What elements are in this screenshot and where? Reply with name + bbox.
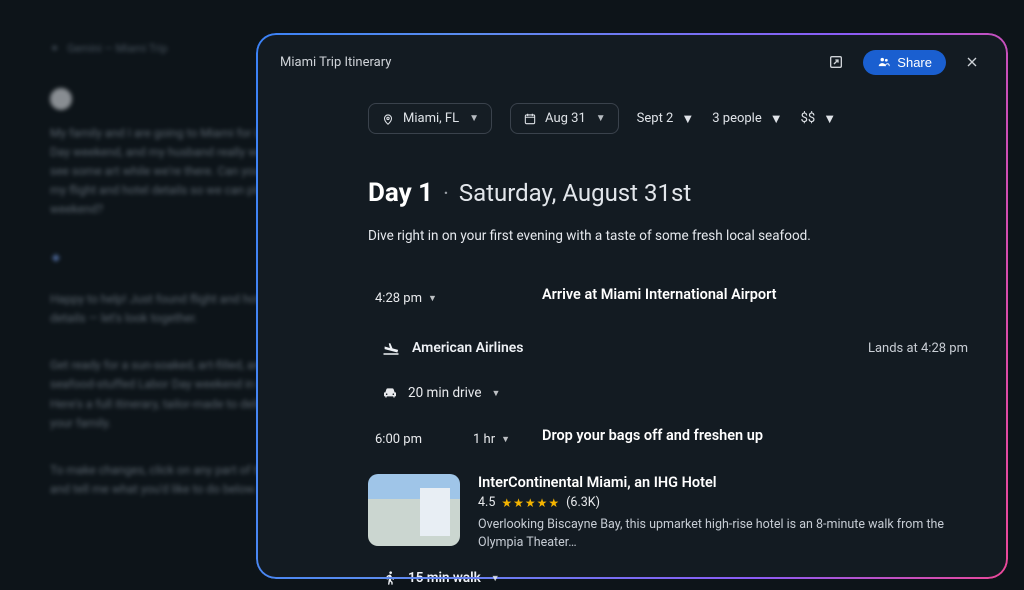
share-button[interactable]: Share xyxy=(863,50,946,75)
bags-duration: 1 hr xyxy=(473,432,495,447)
chevron-down-icon: ▼ xyxy=(596,113,606,124)
car-icon xyxy=(382,385,398,401)
budget-chip[interactable]: $$ ▼ xyxy=(801,111,837,127)
day-subtitle: Dive right in on your first evening with… xyxy=(368,228,968,244)
hotel-reviews: (6.3K) xyxy=(566,495,600,510)
arrive-title: Arrive at Miami International Airport xyxy=(542,286,777,303)
hotel-name: InterContinental Miami, an IHG Hotel xyxy=(478,474,968,491)
airline-name: American Airlines xyxy=(412,340,524,356)
panel-title: Miami Trip Itinerary xyxy=(280,55,391,70)
arrive-time-chip[interactable]: 4:28 pm ▼ xyxy=(368,286,444,311)
budget-label: $$ xyxy=(801,111,816,126)
bags-time-chip[interactable]: 6:00 pm xyxy=(368,427,429,452)
drive-label: 20 min drive xyxy=(408,385,482,401)
panel-header: Miami Trip Itinerary Share xyxy=(258,35,1006,85)
chevron-down-icon: ▼ xyxy=(428,293,437,304)
end-date-label: Sept 2 xyxy=(637,111,674,126)
bags-time: 6:00 pm xyxy=(375,432,422,447)
bg-avatar xyxy=(50,88,72,110)
hotel-rating: 4.5 ★★★★★ (6.3K) xyxy=(478,495,968,510)
people-chip[interactable]: 3 people ▼ xyxy=(712,111,782,127)
itinerary-row-bags: 6:00 pm 1 hr ▼ Drop your bags off and fr… xyxy=(368,427,968,452)
drive-row[interactable]: 20 min drive ▼ xyxy=(368,381,968,405)
itinerary-panel: Miami Trip Itinerary Share xyxy=(258,35,1006,577)
chevron-down-icon: ▼ xyxy=(823,111,836,127)
walk-label: 15 min walk xyxy=(408,570,481,586)
chevron-down-icon: ▼ xyxy=(681,111,694,127)
chevron-down-icon: ▼ xyxy=(770,111,783,127)
bags-duration-chip[interactable]: 1 hr ▼ xyxy=(466,427,517,452)
hotel-thumbnail xyxy=(368,474,460,546)
hotel-description: Overlooking Biscayne Bay, this upmarket … xyxy=(478,516,958,552)
itinerary-row-arrive: 4:28 pm ▼ Arrive at Miami International … xyxy=(368,286,968,311)
day-heading: Day 1 · Saturday, August 31st xyxy=(368,178,968,208)
airline-row[interactable]: American Airlines Lands at 4:28 pm xyxy=(368,333,968,363)
location-label: Miami, FL xyxy=(403,111,459,126)
end-date-chip[interactable]: Sept 2 ▼ xyxy=(637,111,695,127)
star-icons: ★★★★★ xyxy=(501,496,560,510)
flight-land-icon xyxy=(382,339,400,357)
bags-title: Drop your bags off and freshen up xyxy=(542,427,763,444)
panel-actions: Share xyxy=(823,49,984,75)
panel-body: Miami, FL ▼ Aug 31 ▼ Sept 2 ▼ 3 people ▼… xyxy=(258,85,1006,590)
day-label: Day 1 xyxy=(368,178,433,208)
lands-at: Lands at 4:28 pm xyxy=(868,341,968,356)
chevron-down-icon: ▼ xyxy=(469,113,479,124)
dot-separator: · xyxy=(443,182,449,207)
open-external-button[interactable] xyxy=(823,49,849,75)
people-label: 3 people xyxy=(712,111,762,126)
share-label: Share xyxy=(897,55,932,70)
chevron-down-icon: ▼ xyxy=(491,573,500,584)
hotel-info: InterContinental Miami, an IHG Hotel 4.5… xyxy=(478,474,968,552)
chevron-down-icon: ▼ xyxy=(492,388,501,399)
close-icon xyxy=(964,54,980,70)
calendar-icon xyxy=(523,112,537,126)
walk-icon xyxy=(382,570,398,586)
chevron-down-icon: ▼ xyxy=(501,434,510,445)
people-icon xyxy=(877,55,891,69)
walk-row[interactable]: 15 min walk ▼ xyxy=(368,566,968,590)
close-button[interactable] xyxy=(960,54,984,70)
hotel-rating-value: 4.5 xyxy=(478,495,495,510)
pin-icon xyxy=(381,112,395,126)
filter-row: Miami, FL ▼ Aug 31 ▼ Sept 2 ▼ 3 people ▼… xyxy=(368,103,968,134)
arrive-time: 4:28 pm xyxy=(375,291,422,306)
day-date: Saturday, August 31st xyxy=(459,179,691,207)
location-chip[interactable]: Miami, FL ▼ xyxy=(368,103,492,134)
start-date-chip[interactable]: Aug 31 ▼ xyxy=(510,103,619,134)
hotel-card[interactable]: InterContinental Miami, an IHG Hotel 4.5… xyxy=(368,474,968,552)
start-date-label: Aug 31 xyxy=(545,111,586,126)
